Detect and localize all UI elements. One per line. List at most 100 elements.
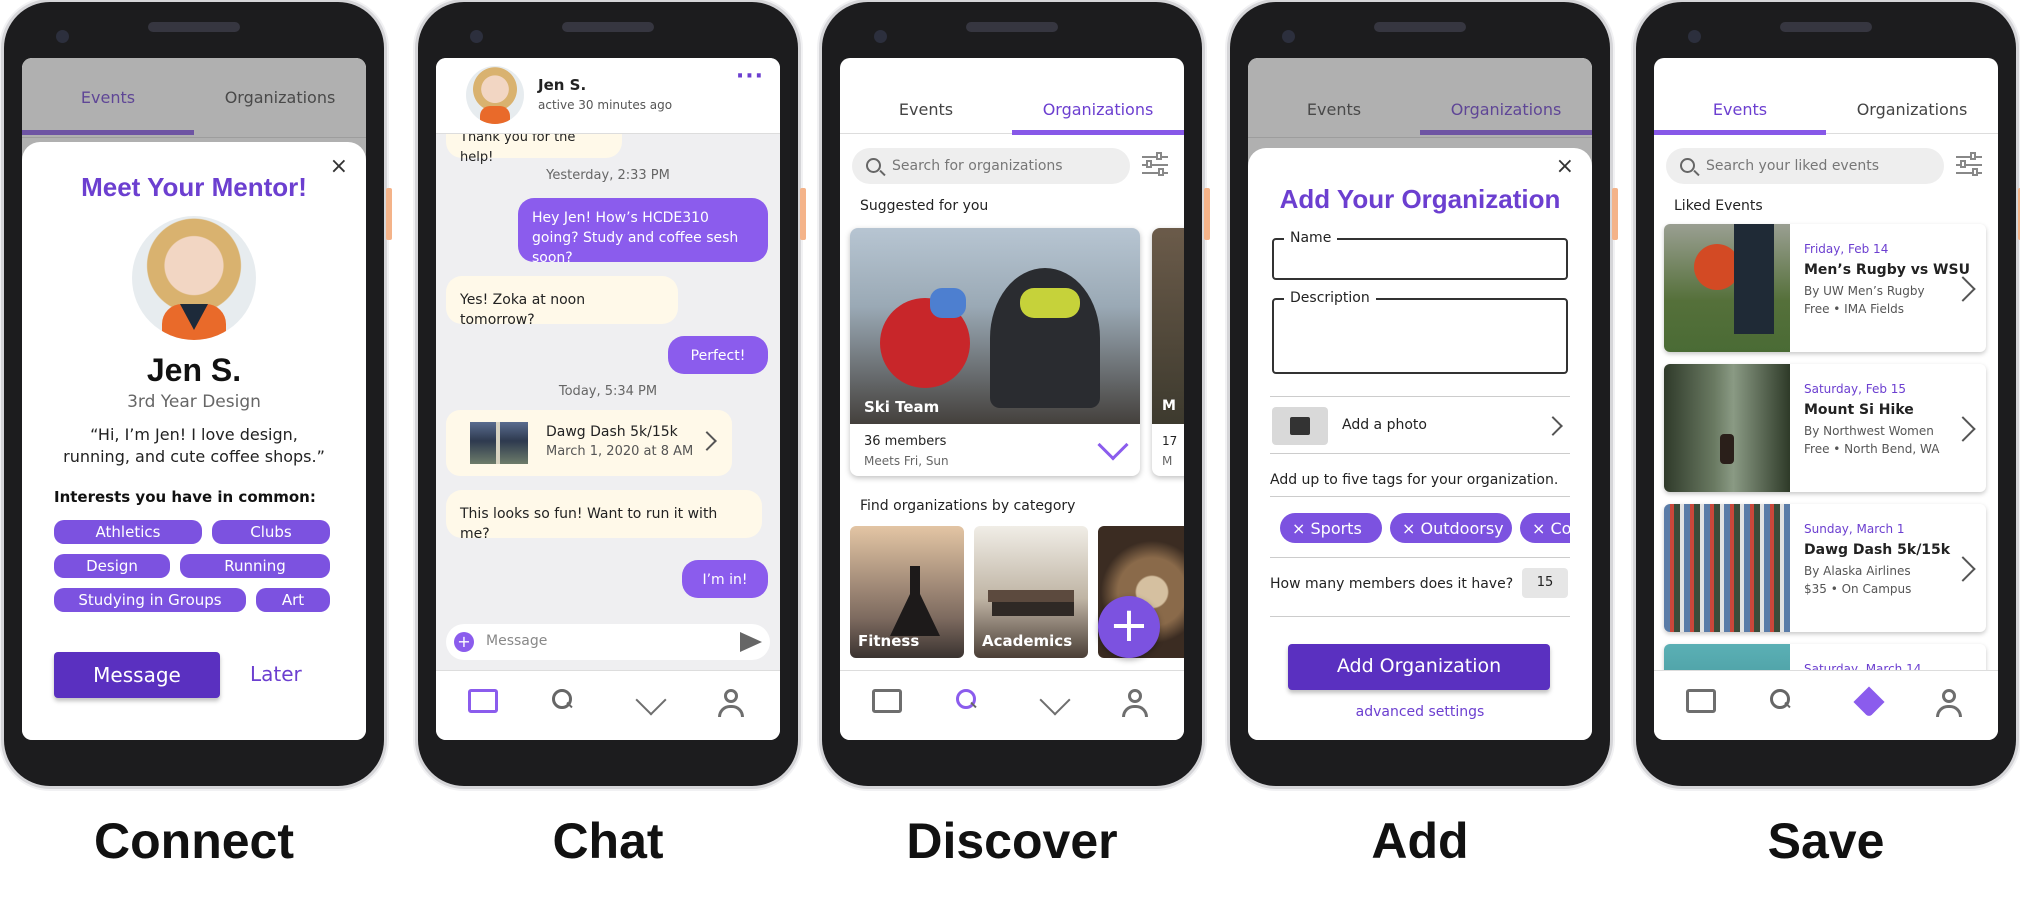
chevron-right-icon bbox=[1543, 416, 1563, 436]
send-icon[interactable] bbox=[740, 632, 762, 652]
tag-chip[interactable]: × Sports bbox=[1280, 513, 1382, 543]
event-card[interactable]: Saturday, Feb 15 Mount Si Hike By Northw… bbox=[1664, 364, 1986, 492]
bottom-nav bbox=[1654, 670, 1998, 740]
add-organization-modal: × Add Your Organization Name Description… bbox=[1248, 148, 1592, 740]
remove-icon[interactable]: × bbox=[1292, 519, 1305, 538]
org-card[interactable]: M 17 M bbox=[1152, 228, 1184, 476]
event-title: Mount Si Hike bbox=[1804, 402, 1914, 418]
tab-organizations[interactable]: Organizations bbox=[1826, 100, 1998, 119]
profile-icon[interactable] bbox=[1120, 689, 1150, 719]
remove-icon[interactable]: × bbox=[1532, 519, 1545, 538]
tab-events[interactable]: Events bbox=[840, 100, 1012, 119]
mentor-quote: “Hi, I’m Jen! I love design, running, an… bbox=[63, 425, 325, 466]
search-icon[interactable] bbox=[552, 689, 582, 719]
tab-events[interactable]: Events bbox=[1654, 100, 1826, 119]
suggested-heading: Suggested for you bbox=[860, 198, 989, 214]
caption-discover: Discover bbox=[906, 813, 1118, 869]
avatar bbox=[132, 216, 256, 340]
org-photo bbox=[850, 228, 1140, 424]
event-title: Dawg Dash 5k/15k bbox=[546, 424, 678, 440]
phone-save: Events Organizations Search your liked e… bbox=[1636, 2, 2020, 786]
add-organization-fab[interactable]: + bbox=[1098, 596, 1160, 658]
liked-heading: Liked Events bbox=[1674, 198, 1763, 214]
camera bbox=[874, 30, 887, 43]
heart-icon[interactable] bbox=[635, 684, 667, 719]
heart-icon[interactable] bbox=[1039, 684, 1071, 719]
members-question: How many members does it have? bbox=[1270, 576, 1514, 592]
side-button bbox=[800, 188, 806, 240]
chat-status: active 30 minutes ago bbox=[538, 98, 673, 112]
search-icon[interactable] bbox=[956, 689, 986, 719]
shared-event-card[interactable]: Dawg Dash 5k/15k March 1, 2020 at 8 AM bbox=[446, 410, 732, 476]
event-host: By Northwest Women bbox=[1804, 424, 1934, 438]
modal-title: Add Your Organization bbox=[1279, 184, 1561, 214]
category-academics[interactable]: Academics bbox=[974, 526, 1088, 658]
phone-chat: Jen S. active 30 minutes ago ··· Thank y… bbox=[418, 2, 806, 786]
chevron-right-icon bbox=[1950, 276, 1976, 302]
org-card[interactable]: Ski Team 36 members Meets Fri, Sun bbox=[850, 228, 1140, 476]
add-photo-label: Add a photo bbox=[1342, 417, 1427, 433]
speaker bbox=[148, 22, 240, 32]
tags-row: × Sports × Outdoorsy × Co bbox=[1270, 496, 1570, 558]
tag-label: Sports bbox=[1310, 519, 1362, 538]
caption-connect: Connect bbox=[94, 813, 294, 869]
tab-organizations[interactable]: Organizations bbox=[1012, 100, 1184, 119]
profile-icon[interactable] bbox=[716, 689, 746, 719]
side-button bbox=[1204, 188, 1210, 240]
chat-icon[interactable] bbox=[468, 689, 498, 713]
message-input[interactable]: + Message bbox=[446, 624, 770, 660]
interest-chip: Art bbox=[256, 588, 330, 612]
add-organization-button[interactable]: Add Organization bbox=[1288, 644, 1550, 690]
close-icon[interactable]: × bbox=[1556, 154, 1574, 179]
interest-chip: Athletics bbox=[54, 520, 202, 544]
event-title: Men’s Rugby vs WSU bbox=[1804, 262, 1970, 278]
add-photo-row[interactable]: Add a photo bbox=[1270, 396, 1570, 454]
event-host: By UW Men’s Rugby bbox=[1804, 284, 1925, 298]
message-button[interactable]: Message bbox=[54, 652, 220, 698]
chat-icon[interactable] bbox=[1686, 689, 1716, 713]
members-input[interactable]: 15 bbox=[1522, 568, 1568, 598]
add-attachment-icon[interactable]: + bbox=[454, 632, 474, 652]
search-icon[interactable] bbox=[1770, 689, 1800, 719]
later-button[interactable]: Later bbox=[250, 662, 302, 686]
tag-chip[interactable]: × Co bbox=[1520, 513, 1570, 543]
name-field[interactable]: Name bbox=[1272, 230, 1568, 280]
message-placeholder: Message bbox=[486, 633, 548, 649]
heart-icon[interactable] bbox=[1097, 429, 1129, 461]
filter-icon[interactable] bbox=[1956, 152, 1984, 178]
event-date: Saturday, Feb 15 bbox=[1804, 382, 1907, 396]
avatar[interactable] bbox=[466, 66, 524, 124]
speaker bbox=[966, 22, 1058, 32]
tags-hint: Add up to five tags for your organizatio… bbox=[1270, 472, 1559, 488]
mentor-modal: × Meet Your Mentor! Jen S. 3rd Year Desi… bbox=[22, 142, 366, 740]
category-fitness[interactable]: Fitness bbox=[850, 526, 964, 658]
chat-icon[interactable] bbox=[872, 689, 902, 713]
event-card[interactable]: Sunday, March 1 Dawg Dash 5k/15k By Alas… bbox=[1664, 504, 1986, 632]
chevron-right-icon bbox=[1950, 416, 1976, 442]
timestamp: Today, 5:34 PM bbox=[558, 384, 658, 399]
heart-icon[interactable] bbox=[1853, 686, 1885, 719]
speaker bbox=[1374, 22, 1466, 32]
event-info: $35 • On Campus bbox=[1804, 582, 1912, 596]
profile-icon[interactable] bbox=[1934, 689, 1964, 719]
remove-icon[interactable]: × bbox=[1402, 519, 1415, 538]
interest-chip: Studying in Groups bbox=[54, 588, 246, 612]
search-input[interactable]: Search your liked events bbox=[1666, 148, 1944, 184]
description-field[interactable]: Description bbox=[1272, 290, 1568, 374]
message-outgoing: Perfect! bbox=[668, 336, 768, 374]
description-label: Description bbox=[1284, 290, 1376, 306]
camera bbox=[1688, 30, 1701, 43]
event-date: March 1, 2020 at 8 AM bbox=[546, 444, 694, 459]
search-input[interactable]: Search for organizations bbox=[852, 148, 1130, 184]
advanced-settings-link[interactable]: advanced settings bbox=[1248, 704, 1592, 720]
tag-chip[interactable]: × Outdoorsy bbox=[1390, 513, 1512, 543]
event-card[interactable]: Friday, Feb 14 Men’s Rugby vs WSU By UW … bbox=[1664, 224, 1986, 352]
camera bbox=[56, 30, 69, 43]
search-placeholder: Search your liked events bbox=[1706, 158, 1879, 174]
more-icon[interactable]: ··· bbox=[736, 64, 764, 89]
event-photo bbox=[1664, 504, 1790, 632]
chat-header: Jen S. active 30 minutes ago ··· bbox=[436, 58, 780, 134]
event-info: Free • IMA Fields bbox=[1804, 302, 1905, 316]
filter-icon[interactable] bbox=[1142, 152, 1170, 178]
interest-chip: Running bbox=[180, 554, 330, 578]
